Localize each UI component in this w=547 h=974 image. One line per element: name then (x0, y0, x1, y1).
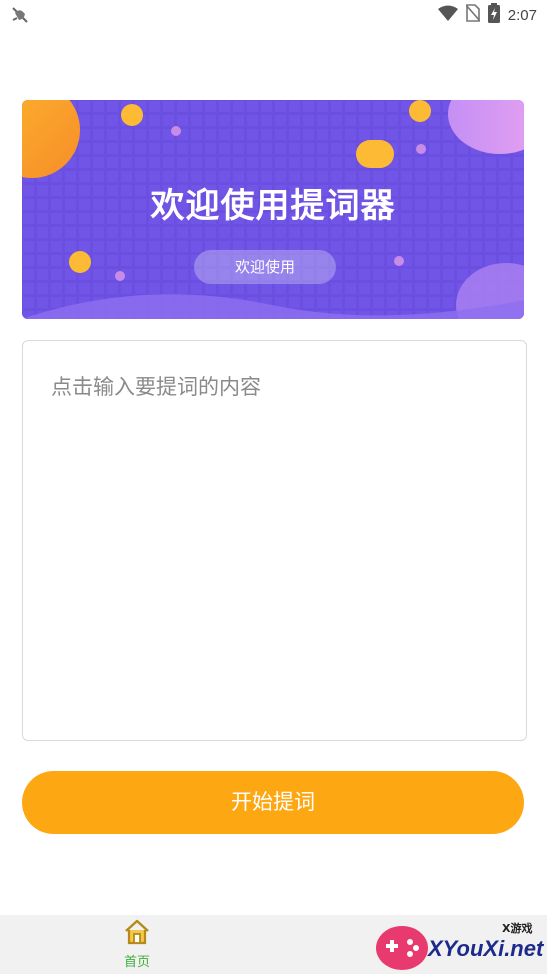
content-input-box (22, 340, 527, 741)
wifi-icon (437, 5, 458, 25)
status-bar: 2:07 (0, 0, 547, 30)
start-prompt-button[interactable]: 开始提词 (22, 771, 524, 834)
watermark-brand: XYouXi.net (428, 936, 544, 961)
battery-charging-icon (487, 3, 500, 27)
home-icon (123, 919, 151, 949)
gamepad-logo-icon (376, 926, 428, 970)
status-icons: 2:07 (437, 3, 537, 27)
tab-home[interactable]: 首页 (112, 919, 162, 971)
banner-welcome-pill[interactable]: 欢迎使用 (194, 250, 336, 284)
status-time: 2:07 (507, 6, 537, 24)
tab-home-label: 首页 (123, 955, 150, 970)
welcome-banner: 欢迎使用提词器 欢迎使用 (22, 100, 524, 319)
watermark-tag: X游戏 (502, 922, 533, 935)
bug-icon (10, 5, 30, 25)
banner-title: 欢迎使用提词器 (150, 186, 396, 226)
no-sim-icon (465, 4, 481, 26)
content-input[interactable] (23, 341, 526, 740)
watermark: X游戏 XYouXi.net (372, 918, 547, 974)
